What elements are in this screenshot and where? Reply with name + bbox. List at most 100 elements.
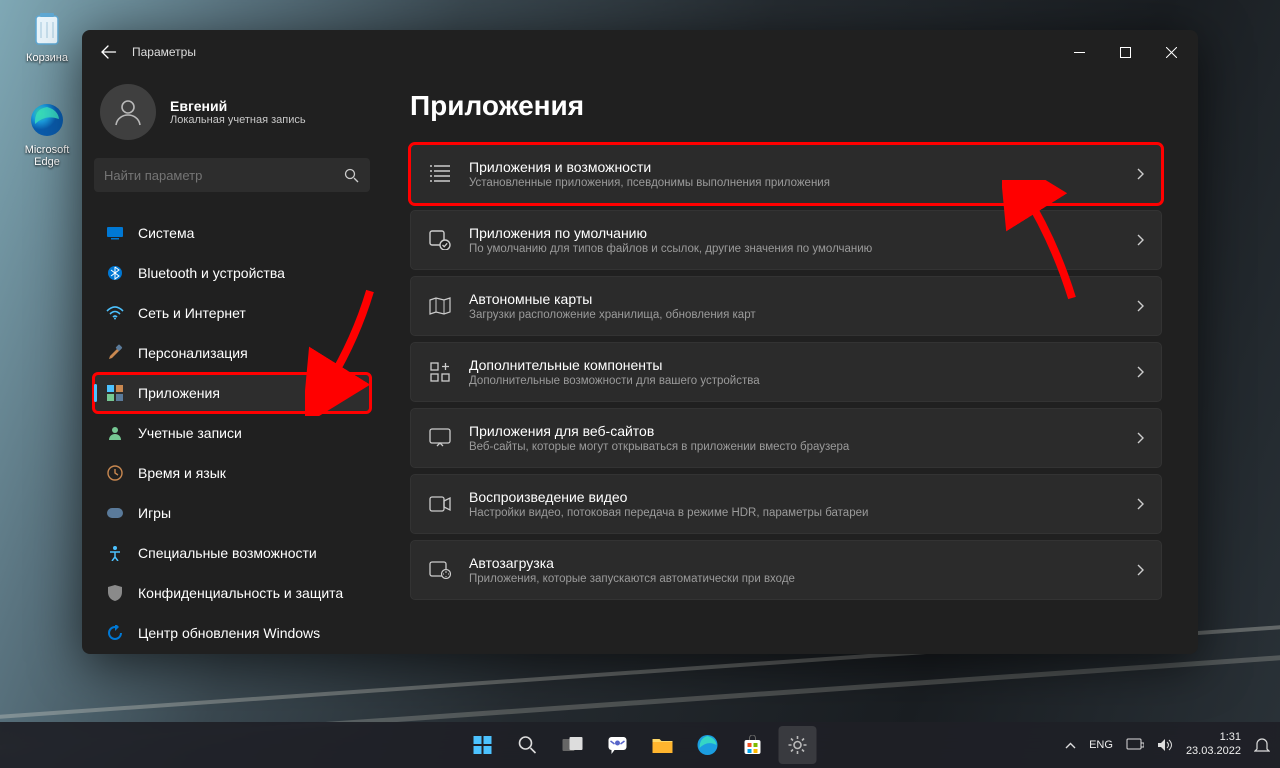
card-sub: Дополнительные возможности для вашего ус… xyxy=(469,375,1137,387)
system-icon xyxy=(106,224,124,242)
sidebar: Евгений Локальная учетная запись Система… xyxy=(82,74,382,654)
card-title: Воспроизведение видео xyxy=(469,489,1137,505)
edge-button[interactable] xyxy=(689,726,727,764)
chevron-right-icon xyxy=(1137,300,1145,312)
card-video-playback[interactable]: Воспроизведение видео Настройки видео, по… xyxy=(410,474,1162,534)
startup-icon xyxy=(427,557,453,583)
card-title: Приложения по умолчанию xyxy=(469,225,1137,241)
desktop-icon-label: Microsoft Edge xyxy=(25,144,70,168)
nav-gaming[interactable]: Игры xyxy=(94,494,370,532)
card-title: Приложения для веб-сайтов xyxy=(469,423,1137,439)
card-sub: Веб-сайты, которые могут открываться в п… xyxy=(469,441,1137,453)
card-default-apps[interactable]: Приложения по умолчанию По умолчанию для … xyxy=(410,210,1162,270)
chevron-right-icon xyxy=(1137,564,1145,576)
nav-label: Bluetooth и устройства xyxy=(138,265,285,281)
task-view-button[interactable] xyxy=(554,726,592,764)
default-apps-icon xyxy=(427,227,453,253)
tray-time: 1:31 xyxy=(1186,731,1241,745)
tray-clock[interactable]: 1:31 23.03.2022 xyxy=(1186,731,1241,759)
taskbar: ENG 1:31 23.03.2022 xyxy=(0,722,1280,768)
card-sub: По умолчанию для типов файлов и ссылок, … xyxy=(469,243,1137,255)
chat-button[interactable] xyxy=(599,726,637,764)
search-input[interactable] xyxy=(104,168,342,183)
shield-icon xyxy=(106,584,124,602)
nav-update[interactable]: Центр обновления Windows xyxy=(94,614,370,652)
list-icon xyxy=(427,161,453,187)
tray-network-icon[interactable] xyxy=(1126,737,1144,753)
tray-chevron-icon[interactable] xyxy=(1065,742,1076,749)
system-tray: ENG 1:31 23.03.2022 xyxy=(1065,731,1280,759)
tray-volume-icon[interactable] xyxy=(1157,738,1173,752)
person-icon xyxy=(106,424,124,442)
page-title: Приложения xyxy=(410,90,1162,122)
main-content: Приложения Приложения и возможности Устан… xyxy=(382,74,1198,654)
card-sub: Загрузки расположение хранилища, обновле… xyxy=(469,309,1137,321)
card-title: Автозагрузка xyxy=(469,555,1137,571)
card-startup[interactable]: Автозагрузка Приложения, которые запускаю… xyxy=(410,540,1162,600)
search-button[interactable] xyxy=(509,726,547,764)
nav-label: Система xyxy=(138,225,194,241)
card-sub: Приложения, которые запускаются автомати… xyxy=(469,573,1137,585)
nav-label: Персонализация xyxy=(138,345,248,361)
nav-apps[interactable]: Приложения xyxy=(94,374,370,412)
desktop-icon-edge[interactable]: Microsoft Edge xyxy=(12,100,82,168)
search-box[interactable] xyxy=(94,158,370,192)
nav-label: Центр обновления Windows xyxy=(138,625,320,641)
card-title: Автономные карты xyxy=(469,291,1137,307)
nav-network[interactable]: Сеть и Интернет xyxy=(94,294,370,332)
search-icon xyxy=(342,166,360,184)
desktop-icon-recycle-bin[interactable]: Корзина xyxy=(12,8,82,64)
nav-label: Время и язык xyxy=(138,465,226,481)
nav-system[interactable]: Система xyxy=(94,214,370,252)
card-title: Дополнительные компоненты xyxy=(469,357,1137,373)
nav-personalization[interactable]: Персонализация xyxy=(94,334,370,372)
link-icon xyxy=(427,425,453,451)
nav: Система Bluetooth и устройства Сеть и Ин… xyxy=(94,214,370,652)
nav-label: Специальные возможности xyxy=(138,545,317,561)
start-button[interactable] xyxy=(464,726,502,764)
chevron-right-icon xyxy=(1137,498,1145,510)
card-apps-features[interactable]: Приложения и возможности Установленные пр… xyxy=(410,144,1162,204)
back-button[interactable] xyxy=(92,35,126,69)
desktop-icon-label: Корзина xyxy=(26,52,68,64)
nav-accounts[interactable]: Учетные записи xyxy=(94,414,370,452)
explorer-button[interactable] xyxy=(644,726,682,764)
card-title: Приложения и возможности xyxy=(469,159,1137,175)
chevron-right-icon xyxy=(1137,432,1145,444)
nav-privacy[interactable]: Конфиденциальность и защита xyxy=(94,574,370,612)
user-sub: Локальная учетная запись xyxy=(170,114,306,126)
store-button[interactable] xyxy=(734,726,772,764)
window-title: Параметры xyxy=(132,45,196,59)
chevron-right-icon xyxy=(1137,168,1145,180)
card-optional-features[interactable]: Дополнительные компоненты Дополнительные … xyxy=(410,342,1162,402)
nav-label: Игры xyxy=(138,505,171,521)
card-apps-websites[interactable]: Приложения для веб-сайтов Веб-сайты, кото… xyxy=(410,408,1162,468)
bluetooth-icon xyxy=(106,264,124,282)
card-sub: Настройки видео, потоковая передача в ре… xyxy=(469,507,1137,519)
nav-bluetooth[interactable]: Bluetooth и устройства xyxy=(94,254,370,292)
avatar xyxy=(100,84,156,140)
update-icon xyxy=(106,624,124,642)
settings-button[interactable] xyxy=(779,726,817,764)
nav-time[interactable]: Время и язык xyxy=(94,454,370,492)
tray-notifications-icon[interactable] xyxy=(1254,737,1270,753)
nav-label: Учетные записи xyxy=(138,425,242,441)
nav-accessibility[interactable]: Специальные возможности xyxy=(94,534,370,572)
tray-language[interactable]: ENG xyxy=(1089,739,1113,751)
card-sub: Установленные приложения, псевдонимы вып… xyxy=(469,177,1137,189)
wifi-icon xyxy=(106,304,124,322)
map-icon xyxy=(427,293,453,319)
chevron-right-icon xyxy=(1137,234,1145,246)
nav-label: Сеть и Интернет xyxy=(138,305,246,321)
accessibility-icon xyxy=(106,544,124,562)
nav-label: Приложения xyxy=(138,385,220,401)
user-account[interactable]: Евгений Локальная учетная запись xyxy=(94,74,370,158)
close-button[interactable] xyxy=(1148,36,1194,68)
maximize-button[interactable] xyxy=(1102,36,1148,68)
brush-icon xyxy=(106,344,124,362)
edge-icon xyxy=(27,100,67,140)
video-icon xyxy=(427,491,453,517)
minimize-button[interactable] xyxy=(1056,36,1102,68)
card-offline-maps[interactable]: Автономные карты Загрузки расположение хр… xyxy=(410,276,1162,336)
titlebar: Параметры xyxy=(82,30,1198,74)
